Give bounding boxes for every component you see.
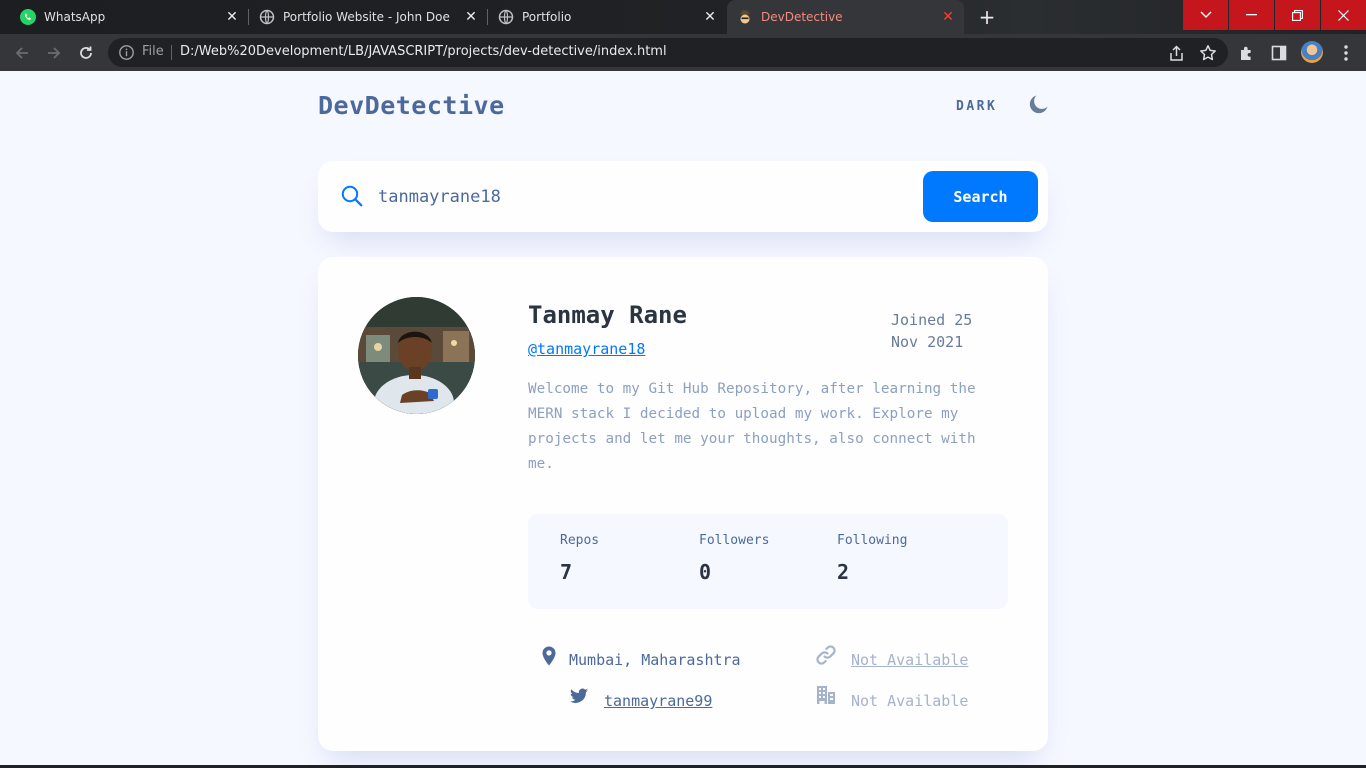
app-logo: DevDetective xyxy=(318,91,505,120)
tab-portfolio[interactable]: Portfolio ✕ xyxy=(488,0,726,34)
tab-title: Portfolio Website - John Doe xyxy=(283,10,450,24)
stats-panel: Repos 7 Followers 0 Following 2 xyxy=(528,514,1008,609)
location-pin-icon xyxy=(542,646,556,666)
restore-icon xyxy=(1292,9,1303,21)
twitter-link[interactable]: tanmayrane99 xyxy=(604,692,712,710)
profile-bio: Welcome to my Git Hub Repository, after … xyxy=(528,381,976,472)
moon-icon xyxy=(1029,95,1048,114)
twitter-icon xyxy=(570,688,588,703)
search-bar: Search xyxy=(318,161,1048,232)
side-panel-icon[interactable] xyxy=(1269,43,1289,63)
profile-card: Tanmay Rane @tanmayrane18 Joined 25 Nov … xyxy=(318,257,1048,751)
close-window-button[interactable] xyxy=(1321,0,1366,30)
browser-toolbar: File D:/Web%20Development/LB/JAVASCRIPT/… xyxy=(0,34,1366,71)
profile-avatar[interactable] xyxy=(1301,41,1323,63)
page-body: DevDetective DARK Search xyxy=(0,71,1366,768)
reload-icon xyxy=(80,46,92,59)
detective-icon xyxy=(737,9,753,25)
close-tab-icon[interactable]: ✕ xyxy=(702,9,718,25)
stat-value: 0 xyxy=(699,560,712,584)
company-item: Not Available xyxy=(817,686,969,710)
restore-button[interactable] xyxy=(1275,0,1320,30)
stat-label: Following xyxy=(837,533,908,548)
tab-title: DevDetective xyxy=(761,10,843,24)
address-divider xyxy=(171,45,172,60)
twitter-item: tanmayrane99 xyxy=(570,688,712,710)
stat-following: Following 2 xyxy=(837,533,907,584)
stat-value: 2 xyxy=(837,560,850,584)
forward-arrow-icon xyxy=(48,47,61,59)
reload-button[interactable] xyxy=(75,42,97,64)
search-button[interactable]: Search xyxy=(923,171,1038,222)
tab-title: Portfolio xyxy=(522,10,572,24)
theme-toggle-label: DARK xyxy=(956,98,998,114)
new-tab-button[interactable]: + xyxy=(976,6,998,28)
location-item: Mumbai, Maharashtra xyxy=(542,646,741,669)
chevron-down-icon xyxy=(1200,11,1211,18)
stat-label: Repos xyxy=(560,533,600,548)
globe-icon xyxy=(498,9,514,25)
back-arrow-icon xyxy=(15,47,28,59)
close-tab-icon[interactable]: ✕ xyxy=(224,9,240,25)
stat-repos: Repos 7 xyxy=(560,533,599,584)
close-tab-icon[interactable]: ✕ xyxy=(940,9,956,25)
extensions-icon[interactable] xyxy=(1237,43,1257,63)
close-icon xyxy=(1338,9,1349,21)
joined-date-line: Joined 25 xyxy=(891,311,973,329)
more-menu-icon[interactable] xyxy=(1336,43,1356,63)
joined-date-line: Nov 2021 xyxy=(891,333,964,351)
minimize-button[interactable] xyxy=(1229,0,1274,30)
whatsapp-icon xyxy=(20,9,36,25)
bookmark-star-icon[interactable] xyxy=(1198,43,1218,63)
forward-button[interactable] xyxy=(43,42,65,64)
back-button[interactable] xyxy=(11,42,33,64)
profile-name: Tanmay Rane xyxy=(528,301,687,329)
share-icon[interactable] xyxy=(1166,43,1186,63)
stat-followers: Followers 0 xyxy=(699,533,769,584)
scheme-label: File xyxy=(142,44,164,59)
info-icon[interactable] xyxy=(118,44,135,61)
tab-search-button[interactable] xyxy=(1183,0,1228,30)
link-icon xyxy=(816,645,836,665)
address-bar[interactable]: File D:/Web%20Development/LB/JAVASCRIPT/… xyxy=(108,38,1228,67)
location-text: Mumbai, Maharashtra xyxy=(569,651,741,669)
tab-portfolio-website[interactable]: Portfolio Website - John Doe ✕ xyxy=(249,0,487,34)
stat-label: Followers xyxy=(699,533,770,548)
tab-devdetective[interactable]: DevDetective ✕ xyxy=(727,0,964,34)
tab-whatsapp[interactable]: WhatsApp ✕ xyxy=(8,0,248,34)
stat-value: 7 xyxy=(560,560,573,584)
profile-handle-link[interactable]: @tanmayrane18 xyxy=(528,340,645,358)
website-item: Not Available xyxy=(816,645,968,669)
minimize-icon xyxy=(1246,14,1257,16)
website-link[interactable]: Not Available xyxy=(851,651,968,669)
close-tab-icon[interactable]: ✕ xyxy=(463,9,479,25)
globe-icon xyxy=(259,9,275,25)
building-icon xyxy=(817,686,835,704)
joined-date: Joined 25 Nov 2021 xyxy=(891,309,1001,353)
search-icon xyxy=(341,185,363,207)
avatar xyxy=(358,297,475,414)
browser-tab-strip: WhatsApp ✕ Portfolio Website - John Doe … xyxy=(0,0,1366,34)
theme-toggle-button[interactable]: DARK xyxy=(956,93,1051,119)
search-input[interactable] xyxy=(378,179,918,215)
company-text: Not Available xyxy=(851,692,969,710)
tab-title: WhatsApp xyxy=(44,10,106,24)
url-text[interactable]: D:/Web%20Development/LB/JAVASCRIPT/proje… xyxy=(180,44,667,59)
